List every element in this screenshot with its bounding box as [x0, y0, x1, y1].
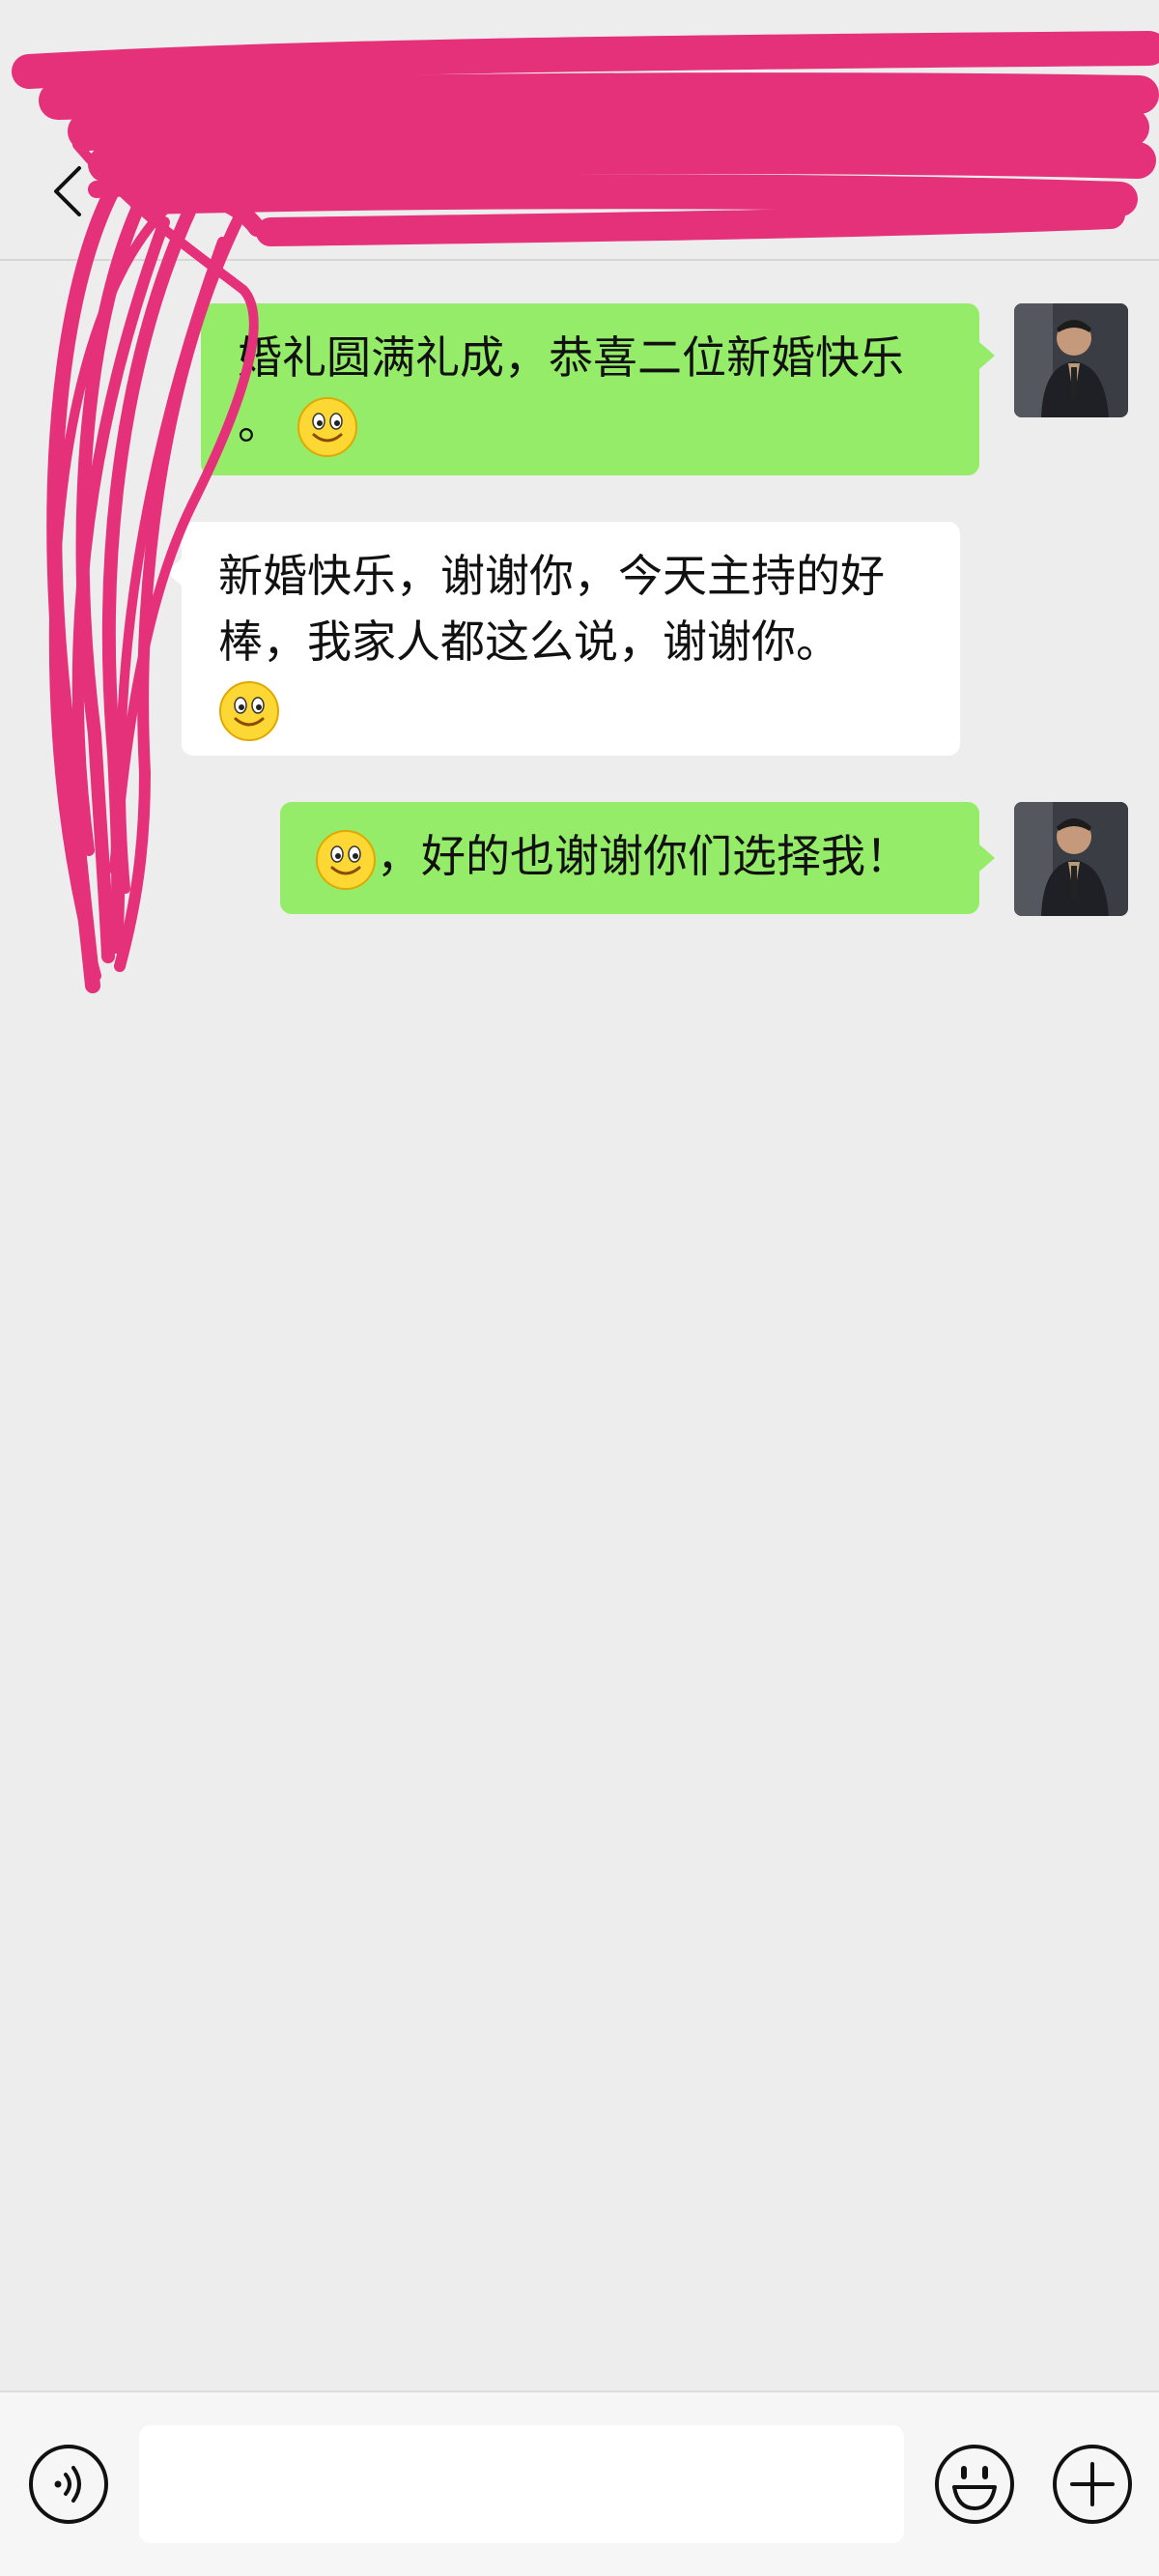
- message-text-line: ，好的也谢谢你们选择我！: [315, 823, 943, 891]
- message-text: 婚礼圆满礼成，恭喜二位新婚快乐: [238, 331, 904, 384]
- bubble-tail: [979, 844, 995, 872]
- user-avatar[interactable]: [1014, 802, 1128, 916]
- avatar-portrait-icon: [1014, 303, 1128, 417]
- smile-emoji-icon: [297, 396, 357, 457]
- chat-header: [0, 106, 1159, 261]
- message-text: ，好的也谢谢你们选择我！: [377, 830, 910, 882]
- message-text-line2: 。: [238, 390, 943, 458]
- user-avatar[interactable]: [1014, 303, 1128, 417]
- message-input[interactable]: [139, 2425, 904, 2543]
- status-bar: [0, 0, 1159, 106]
- message-text: 新婚快乐，谢谢你，今天主持的好: [218, 550, 885, 602]
- message-bubble[interactable]: 新婚快乐，谢谢你，今天主持的好 棒，我家人都这么说，谢谢你。: [182, 522, 960, 756]
- back-chevron-icon[interactable]: [46, 162, 89, 220]
- message-bubble[interactable]: 婚礼圆满礼成，恭喜二位新婚快乐 。: [201, 303, 979, 475]
- smile-emoji-icon: [219, 680, 279, 741]
- bubble-tail: [979, 342, 995, 369]
- message-emoji-line: [218, 674, 923, 742]
- smile-emoji-icon: [316, 829, 376, 890]
- bubble-tail: [166, 558, 182, 586]
- emoji-picker-icon[interactable]: [933, 2443, 1016, 2526]
- chat-input-bar: [0, 2390, 1159, 2576]
- message-bubble[interactable]: ，好的也谢谢你们选择我！: [280, 802, 979, 914]
- more-options-icon[interactable]: [1043, 184, 1120, 203]
- voice-input-icon[interactable]: [27, 2443, 110, 2526]
- message-text-line2: 棒，我家人都这么说，谢谢你。: [218, 615, 840, 668]
- avatar-portrait-icon: [1014, 802, 1128, 916]
- more-actions-plus-icon[interactable]: [1051, 2443, 1134, 2526]
